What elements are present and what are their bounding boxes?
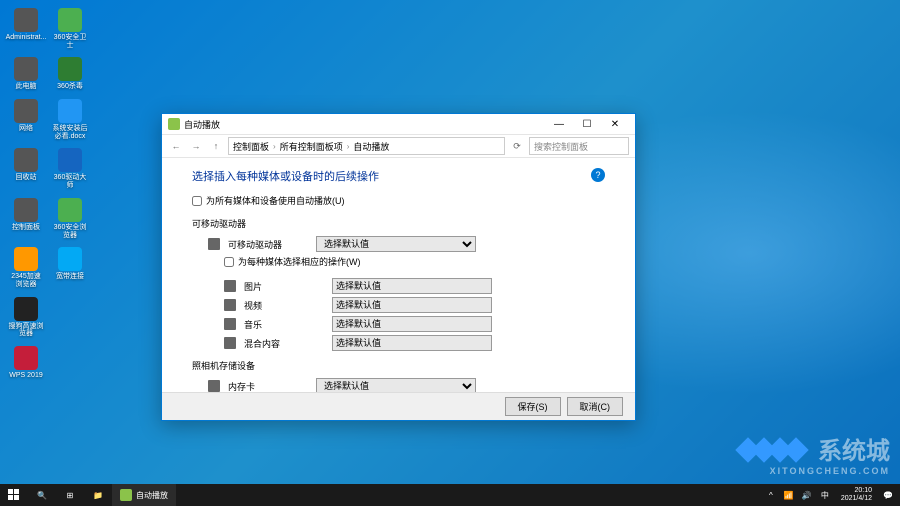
desktop-icon[interactable]: 系统安装后必看.docx: [52, 99, 88, 140]
desktop-icon[interactable]: 网络: [8, 99, 44, 140]
desktop-icon[interactable]: Administrat...: [8, 8, 44, 49]
desktop-icon[interactable]: 此电脑: [8, 57, 44, 91]
tray-network-icon[interactable]: 📶: [783, 489, 795, 501]
window-controls: — ☐ ✕: [545, 114, 629, 134]
navbar: ← → ↑ 控制面板 › 所有控制面板项 › 自动播放 ⟳ 搜索控制面板: [162, 134, 635, 158]
desktop-icons: Administrat...360安全卫士此电脑360杀毒网络系统安装后必看.d…: [8, 8, 88, 380]
taskbar-app-icon: [120, 489, 132, 501]
row-memory-card: 内存卡 选择默认值: [208, 378, 605, 392]
back-button[interactable]: ←: [168, 138, 184, 154]
up-button[interactable]: ↑: [208, 138, 224, 154]
desktop-icon[interactable]: 360驱动大师: [52, 148, 88, 189]
taskbar: 🔍 ⊞ 📁 自动播放 ^ 📶 🔊 中 20:10 2021/4/12 💬: [0, 484, 900, 506]
task-view-button[interactable]: ⊞: [56, 484, 84, 506]
row-music: 音乐 选择默认值: [224, 316, 605, 332]
app-icon: [14, 148, 38, 172]
notifications-icon[interactable]: 💬: [882, 489, 894, 501]
desktop-icon[interactable]: 控制面板: [8, 198, 44, 239]
mixed-icon: [224, 337, 236, 349]
select-memcard[interactable]: 选择默认值: [316, 378, 476, 392]
section-camera: 照相机存储设备: [192, 359, 605, 372]
page-heading: 选择插入每种媒体或设备时的后续操作: [192, 168, 605, 184]
checkbox-input[interactable]: [224, 257, 234, 267]
select-mixed[interactable]: 选择默认值: [332, 335, 492, 351]
autoplay-window: 自动播放 — ☐ ✕ ← → ↑ 控制面板 › 所有控制面板项 › 自动播放 ⟳…: [161, 113, 636, 421]
content-pane: ? 选择插入每种媒体或设备时的后续操作 为所有媒体和设备使用自动播放(U) 可移…: [162, 158, 635, 392]
checkbox-use-autoplay-all[interactable]: 为所有媒体和设备使用自动播放(U): [192, 194, 605, 207]
tray-volume-icon[interactable]: 🔊: [801, 489, 813, 501]
app-icon: [58, 8, 82, 32]
desktop-icon[interactable]: 回收站: [8, 148, 44, 189]
app-icon: [14, 57, 38, 81]
forward-button[interactable]: →: [188, 138, 204, 154]
select-video[interactable]: 选择默认值: [332, 297, 492, 313]
checkbox-per-media[interactable]: 为每种媒体选择相应的操作(W): [224, 255, 605, 268]
select-removable[interactable]: 选择默认值: [316, 236, 476, 252]
window-icon: [168, 118, 180, 130]
watermark: 系统城 XITONGCHENG.COM: [741, 431, 890, 476]
desktop-icon[interactable]: 360安全浏览器: [52, 198, 88, 239]
app-icon: [14, 99, 38, 123]
breadcrumb[interactable]: 控制面板 › 所有控制面板项 › 自动播放: [228, 137, 505, 155]
desktop-icon[interactable]: 搜狗高速浏览器: [8, 297, 44, 338]
breadcrumb-root[interactable]: 控制面板: [233, 140, 269, 153]
row-removable-drive: 可移动驱动器 选择默认值: [208, 236, 605, 252]
checkbox-input[interactable]: [192, 196, 202, 206]
refresh-button[interactable]: ⟳: [509, 138, 525, 154]
app-icon: [14, 8, 38, 32]
section-removable: 可移动驱动器: [192, 217, 605, 230]
row-mixed: 混合内容 选择默认值: [224, 335, 605, 351]
watermark-logo-icon: [741, 441, 803, 459]
titlebar[interactable]: 自动播放 — ☐ ✕: [162, 114, 635, 134]
window-title: 自动播放: [184, 118, 545, 131]
start-button[interactable]: [0, 484, 28, 506]
desktop-icon[interactable]: 宽带连接: [52, 247, 88, 288]
clock[interactable]: 20:10 2021/4/12: [837, 487, 876, 502]
button-bar: 保存(S) 取消(C): [162, 392, 635, 420]
desktop-icon[interactable]: WPS 2019: [8, 346, 44, 380]
app-icon: [58, 247, 82, 271]
drive-icon: [208, 238, 220, 250]
select-music[interactable]: 选择默认值: [332, 316, 492, 332]
explorer-button[interactable]: 📁: [84, 484, 112, 506]
app-icon: [58, 57, 82, 81]
breadcrumb-leaf[interactable]: 自动播放: [353, 140, 389, 153]
close-button[interactable]: ✕: [601, 114, 629, 134]
help-icon[interactable]: ?: [591, 168, 605, 182]
search-input[interactable]: 搜索控制面板: [529, 137, 629, 155]
desktop-icon[interactable]: 360杀毒: [52, 57, 88, 91]
search-button[interactable]: 🔍: [28, 484, 56, 506]
desktop-icon[interactable]: 2345加速浏览器: [8, 247, 44, 288]
chevron-right-icon: ›: [347, 142, 350, 151]
chevron-right-icon: ›: [273, 142, 276, 151]
app-icon: [58, 99, 82, 123]
picture-icon: [224, 280, 236, 292]
maximize-button[interactable]: ☐: [573, 114, 601, 134]
app-icon: [14, 198, 38, 222]
app-icon: [14, 247, 38, 271]
minimize-button[interactable]: —: [545, 114, 573, 134]
app-icon: [14, 346, 38, 370]
save-button[interactable]: 保存(S): [505, 397, 561, 416]
music-icon: [224, 318, 236, 330]
row-pictures: 图片 选择默认值: [224, 278, 605, 294]
app-icon: [58, 148, 82, 172]
video-icon: [224, 299, 236, 311]
desktop-icon[interactable]: 360安全卫士: [52, 8, 88, 49]
select-pictures[interactable]: 选择默认值: [332, 278, 492, 294]
tray-up-icon[interactable]: ^: [765, 489, 777, 501]
cancel-button[interactable]: 取消(C): [567, 397, 624, 416]
app-icon: [14, 297, 38, 321]
breadcrumb-mid[interactable]: 所有控制面板项: [280, 140, 343, 153]
memcard-icon: [208, 380, 220, 392]
app-icon: [58, 198, 82, 222]
system-tray: ^ 📶 🔊 中 20:10 2021/4/12 💬: [759, 487, 900, 502]
tray-ime-icon[interactable]: 中: [819, 489, 831, 501]
row-video: 视频 选择默认值: [224, 297, 605, 313]
taskbar-item-autoplay[interactable]: 自动播放: [112, 484, 176, 506]
